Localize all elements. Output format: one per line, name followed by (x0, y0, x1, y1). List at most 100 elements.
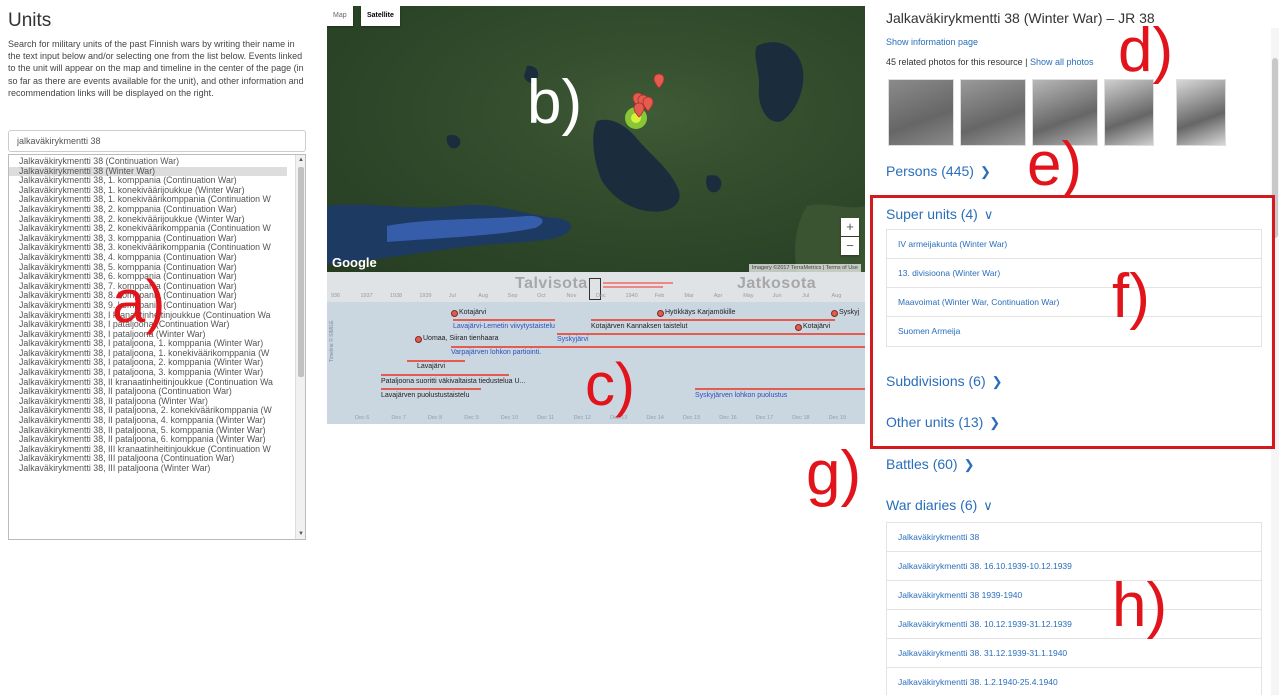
list-item-link[interactable]: Jalkaväkirykmentti 38. 16.10.1939-10.12.… (887, 552, 1261, 581)
unit-option[interactable]: Jalkaväkirykmentti 38, I pataljoona, 2. … (9, 358, 297, 368)
chevron-down-icon: ∨ (983, 498, 993, 513)
timeline-event[interactable]: Lavajärvi (417, 363, 445, 370)
overview-tick-label: 1937 (360, 293, 373, 299)
unit-option[interactable]: Jalkaväkirykmentti 38, 4. komppania (Con… (9, 253, 297, 263)
date-tick-label: Dec 18 (792, 415, 810, 421)
event-duration-bar (695, 388, 865, 390)
unit-listbox[interactable]: Jalkaväkirykmentti 38 (Continuation War)… (8, 154, 306, 540)
related-photo-thumbnail[interactable] (1104, 79, 1154, 146)
unit-option[interactable]: Jalkaväkirykmentti 38, 3. komppania (Con… (9, 234, 297, 244)
annotation-e: e) (1027, 130, 1083, 199)
scroll-down-icon[interactable]: ▼ (296, 529, 305, 539)
event-dot-icon[interactable] (795, 324, 802, 331)
event-duration-bar (557, 333, 865, 335)
timeline-overview-band[interactable]: Talvisota Jatkosota 936 1937 1938 1939 Jul Au… (327, 272, 865, 302)
event-dot-icon[interactable] (451, 310, 458, 317)
map-attribution[interactable]: Imagery ©2017 TerraMetrics | Terms of Us… (748, 264, 861, 272)
list-item-link[interactable]: Jalkaväkirykmentti 38. 10.12.1939-31.12.… (887, 610, 1261, 639)
list-item-link[interactable]: Jalkaväkirykmentti 38. 1.2.1940-25.4.194… (887, 668, 1261, 695)
map-type-map-button[interactable]: Map (327, 6, 353, 26)
unit-option[interactable]: Jalkaväkirykmentti 38, 2. komppania (Con… (9, 205, 297, 215)
unit-option[interactable]: Jalkaväkirykmentti 38, 2. konekiväärikom… (9, 224, 297, 234)
timeline-event[interactable]: Kotajärven Kannaksen taistelut (591, 323, 688, 330)
overview-tick-label: Aug (831, 293, 842, 299)
unit-option[interactable]: Jalkaväkirykmentti 38, II pataljoona, 4.… (9, 416, 297, 426)
unit-option[interactable]: Jalkaväkirykmentti 38, II pataljoona (Wi… (9, 397, 297, 407)
unit-option[interactable]: Jalkaväkirykmentti 38, I pataljoona, 3. … (9, 368, 297, 378)
persons-section-toggle[interactable]: Persons (445) ❯ (886, 163, 991, 180)
unit-option[interactable]: Jalkaväkirykmentti 38, II pataljoona, 6.… (9, 435, 297, 445)
timeline-credit: Timeline © SIMILE (329, 320, 335, 362)
unit-option[interactable]: Jalkaväkirykmentti 38, 2. konekiväärijou… (9, 215, 297, 225)
date-tick-label: Dec 17 (755, 415, 774, 421)
unit-option[interactable]: Jalkaväkirykmentti 38, III pataljoona (C… (9, 454, 297, 464)
unit-option[interactable]: Jalkaväkirykmentti 38, II kranaatinheiti… (9, 378, 297, 388)
timeline-event[interactable]: Pataljoona suoritti väkivaltaista tiedus… (381, 378, 525, 385)
date-tick-label: Dec 10 (500, 415, 519, 421)
overview-tick-label: Nov (566, 293, 577, 299)
unit-option[interactable]: Jalkaväkirykmentti 38 (Winter War) (9, 166, 287, 177)
unit-option[interactable]: Jalkaväkirykmentti 38, III pataljoona (W… (9, 464, 297, 474)
map-marker-icon[interactable] (653, 73, 665, 89)
map-type-satellite-button[interactable]: Satellite (361, 6, 400, 26)
unit-option[interactable]: Jalkaväkirykmentti 38, III kranaatinheit… (9, 445, 297, 455)
date-tick-label: Dec 14 (646, 415, 664, 421)
date-tick-label: Dec 7 (391, 415, 406, 421)
list-item-link[interactable]: Jalkaväkirykmentti 38 1939-1940 (887, 581, 1261, 610)
date-tick-label: Dec 11 (537, 415, 555, 421)
map-view[interactable]: Map Satellite + − Google Imagery ©2017 T… (327, 6, 865, 272)
event-dot-icon[interactable] (831, 310, 838, 317)
event-marker-icons[interactable] (632, 73, 665, 118)
date-tick-label: Dec 15 (682, 415, 701, 421)
unit-option[interactable]: Jalkaväkirykmentti 38, 3. konekiväärikom… (9, 243, 297, 253)
unit-list-scrollbar[interactable]: ▲ ▼ (295, 155, 305, 539)
list-item-link[interactable]: Jalkaväkirykmentti 38 (887, 523, 1261, 552)
unit-option[interactable]: Jalkaväkirykmentti 38, I pataljoona, 1. … (9, 339, 297, 349)
annotation-a: a) (112, 268, 166, 335)
timeline-event[interactable]: Hyökkäys Karjamökille (665, 309, 735, 316)
timeline-event[interactable]: Varpajärven lohkon partiointi. (451, 349, 541, 356)
unit-search-input[interactable] (8, 130, 306, 152)
map-marker-icon[interactable] (642, 96, 654, 112)
unit-option[interactable]: Jalkaväkirykmentti 38, 1. komppania (Con… (9, 176, 297, 186)
event-dot-icon[interactable] (657, 310, 664, 317)
unit-option[interactable]: Jalkaväkirykmentti 38 (Continuation War) (9, 157, 297, 167)
battles-section-toggle[interactable]: Battles (60) ❯ (886, 456, 975, 473)
timeline-event[interactable]: Lavajärvi-Lemetin viivytystaistelu (453, 323, 555, 330)
scroll-up-icon[interactable]: ▲ (296, 155, 305, 165)
unit-option[interactable]: Jalkaväkirykmentti 38, II pataljoona, 5.… (9, 426, 297, 436)
unit-option[interactable]: Jalkaväkirykmentti 38, I pataljoona, 1. … (9, 349, 297, 359)
related-photo-thumbnail[interactable] (960, 79, 1026, 146)
event-dot-icon[interactable] (415, 336, 422, 343)
overview-tick-label: Jun (772, 293, 782, 299)
zoom-out-button[interactable]: − (841, 237, 859, 255)
unit-option[interactable]: Jalkaväkirykmentti 38, II pataljoona, 2.… (9, 406, 297, 416)
overview-tick-label: Jul (802, 293, 810, 299)
scroll-thumb[interactable] (298, 167, 304, 377)
timeline-event[interactable]: Kotajärvi (459, 309, 486, 316)
unit-option[interactable]: Jalkaväkirykmentti 38, 1. konekiväärikom… (9, 195, 297, 205)
timeline-event[interactable]: Uomaa, Siiran tienhaara (423, 335, 499, 342)
unit-option[interactable]: Jalkaväkirykmentti 38, 1. konekiväärijou… (9, 186, 297, 196)
related-photo-thumbnail[interactable] (888, 79, 954, 146)
overview-tick-label: 1940 (625, 293, 638, 299)
annotation-d: d) (1118, 16, 1174, 85)
overview-tick-label: Jul (448, 293, 456, 299)
units-panel: Units Search for military units of the p… (0, 0, 318, 695)
timeline-event[interactable]: Kotajärvi (803, 323, 830, 330)
timeline-event[interactable]: Lavajärven puolustustaistelu (381, 392, 469, 399)
small-lake (706, 175, 722, 193)
timeline-event[interactable]: Syskyjärvi (557, 336, 589, 343)
timeline-event[interactable]: Syskyj (839, 309, 859, 316)
show-information-page-link[interactable]: Show information page (886, 37, 978, 47)
timeline-event[interactable]: Syskyjärven lohkon puolustus (695, 392, 787, 399)
chevron-right-icon: ❯ (979, 164, 991, 179)
unit-option[interactable]: Jalkaväkirykmentti 38, II pataljoona (Co… (9, 387, 297, 397)
list-item-link[interactable]: Jalkaväkirykmentti 38. 31.12.1939-31.1.1… (887, 639, 1261, 668)
war-diaries-section-toggle[interactable]: War diaries (6) ∨ (886, 497, 993, 514)
zoom-in-button[interactable]: + (841, 218, 859, 236)
overview-tick-label: Dec (596, 293, 606, 299)
date-tick-label: Dec 9 (464, 415, 479, 421)
related-photo-thumbnail[interactable] (1176, 79, 1226, 146)
show-all-photos-link[interactable]: Show all photos (1030, 57, 1094, 67)
